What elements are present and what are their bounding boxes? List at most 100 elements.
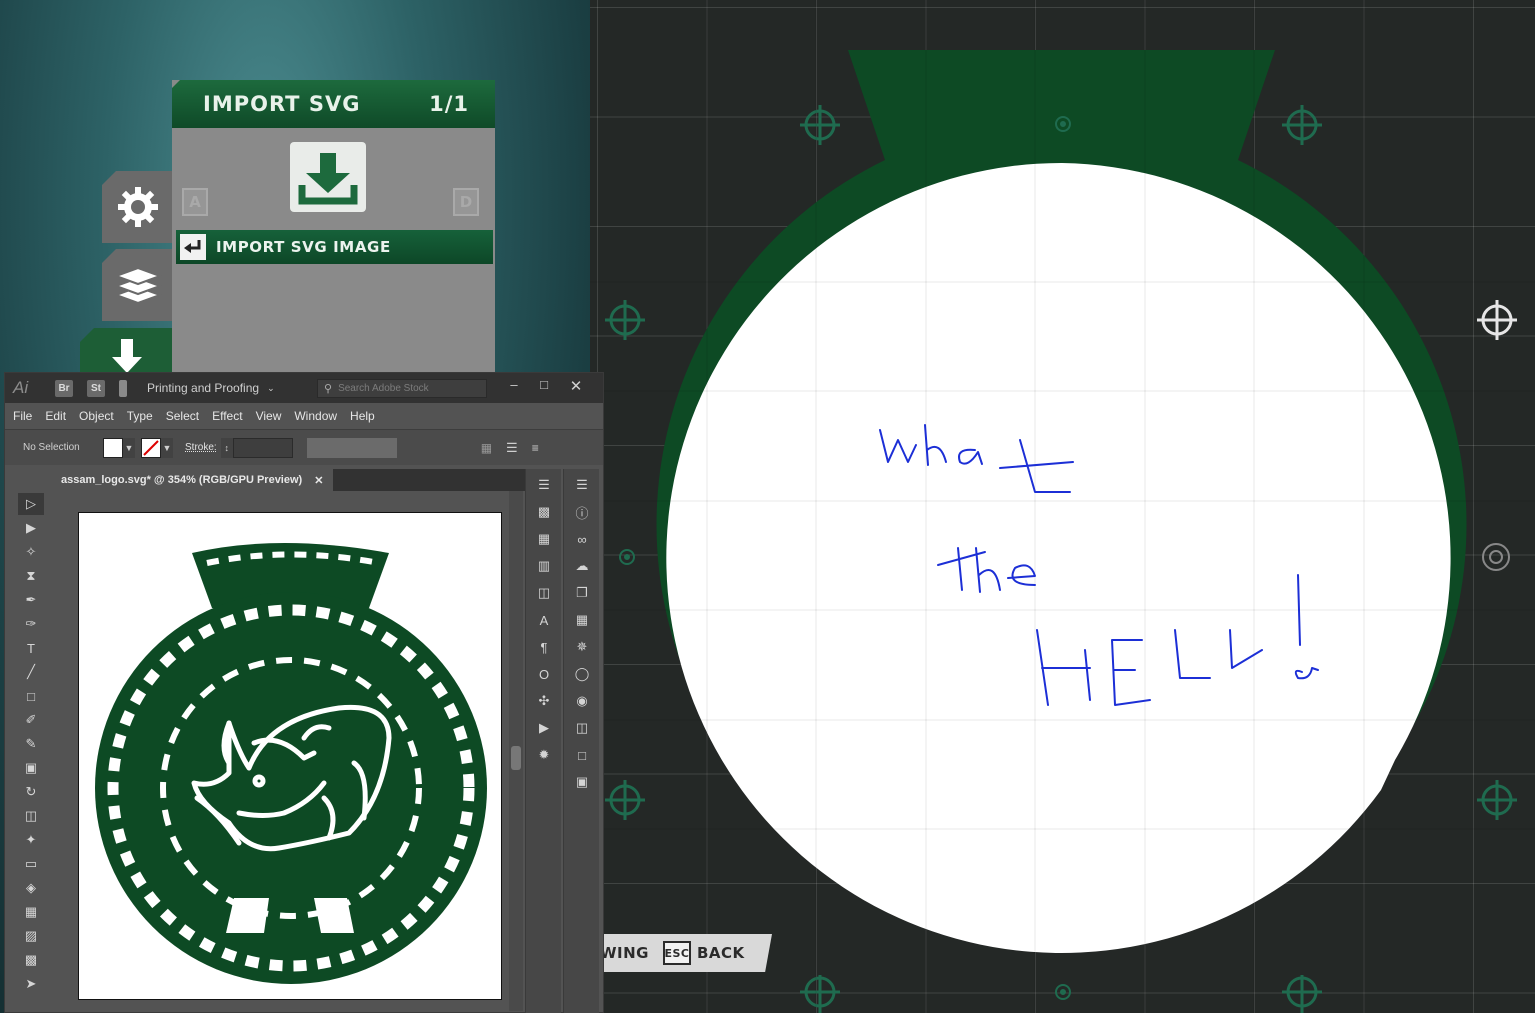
- asset-export-icon[interactable]: ▣: [569, 771, 595, 793]
- document-tab[interactable]: assam_logo.svg* @ 354% (RGB/GPU Preview)…: [57, 469, 334, 491]
- stroke-dropdown[interactable]: ▼: [161, 437, 173, 458]
- align-icon[interactable]: ▦: [481, 441, 492, 455]
- gradient-tool[interactable]: ▩: [18, 949, 44, 971]
- eyedropper-tool[interactable]: ➤: [18, 973, 44, 995]
- menu-type[interactable]: Type: [127, 409, 153, 423]
- menu-help[interactable]: Help: [350, 409, 375, 423]
- properties-icon[interactable]: ☰: [531, 474, 557, 496]
- esc-key[interactable]: ESC: [663, 941, 691, 965]
- menu-bar: File Edit Object Type Select Effect View…: [5, 403, 603, 429]
- align-panel-icon[interactable]: ▥: [531, 555, 557, 577]
- rotate-tool[interactable]: ↻: [18, 781, 44, 803]
- menu-effect[interactable]: Effect: [212, 409, 242, 423]
- menu-edit[interactable]: Edit: [45, 409, 66, 423]
- minimize-button[interactable]: –: [499, 377, 529, 397]
- paragraph-icon[interactable]: ¶: [531, 636, 557, 658]
- magic-wand-tool[interactable]: ✧: [18, 541, 44, 563]
- settings-button[interactable]: [102, 171, 174, 243]
- pathfinder-icon[interactable]: ◫: [531, 582, 557, 604]
- lasso-tool[interactable]: ⧗: [18, 565, 44, 587]
- stroke-stepper[interactable]: ↕: [220, 437, 233, 458]
- document-tab-label: assam_logo.svg* @ 354% (RGB/GPU Preview): [61, 474, 303, 486]
- menu-file[interactable]: File: [13, 409, 32, 423]
- key-hint-left[interactable]: A: [182, 188, 208, 216]
- swatches-icon[interactable]: ▦: [569, 609, 595, 631]
- layers-button[interactable]: [102, 249, 174, 321]
- key-hint-right[interactable]: D: [453, 188, 479, 216]
- links-icon[interactable]: ∞: [569, 528, 595, 550]
- character-icon[interactable]: A: [531, 609, 557, 631]
- import-button[interactable]: [80, 328, 174, 378]
- stroke-label[interactable]: Stroke:: [185, 442, 217, 453]
- fill-swatch[interactable]: [103, 437, 123, 458]
- crosshair-icon: [1282, 105, 1322, 145]
- eraser-tool[interactable]: ▣: [18, 757, 44, 779]
- close-tab-icon[interactable]: ✕: [314, 474, 323, 487]
- tools-panel: ▷ ▶ ✧ ⧗ ✒ ✑ T ╱ □ ✐ ✎ ▣ ↻ ◫ ✦ ▭ ◈ ▦ ▨ ▩ ➤: [11, 491, 47, 1011]
- selection-status: No Selection: [23, 442, 80, 453]
- pen-tool[interactable]: ✒: [18, 589, 44, 611]
- maximize-button[interactable]: □: [529, 377, 559, 397]
- canvas-drawing[interactable]: [590, 0, 1535, 1013]
- close-button[interactable]: ✕: [561, 377, 591, 397]
- artboard-area[interactable]: [51, 491, 521, 1011]
- assam-logo[interactable]: [79, 513, 501, 999]
- brushes-icon[interactable]: ✵: [569, 636, 595, 658]
- line-tool[interactable]: ╱: [18, 661, 44, 683]
- transform-panel-icon[interactable]: ▦: [531, 528, 557, 550]
- direct-selection-tool[interactable]: ▶: [18, 517, 44, 539]
- vertical-scrollbar[interactable]: [509, 491, 523, 1011]
- panel-menu-icon[interactable]: ≡: [532, 441, 539, 455]
- variable-width-profile[interactable]: [306, 437, 397, 458]
- arrange-documents-icon[interactable]: [119, 379, 127, 397]
- mesh-tool[interactable]: ▨: [18, 925, 44, 947]
- menu-window[interactable]: Window: [294, 409, 337, 423]
- color-guide-icon[interactable]: ◉: [569, 690, 595, 712]
- puppet-warp-tool[interactable]: ✦: [18, 829, 44, 851]
- stroke-weight-input[interactable]: [232, 437, 293, 458]
- appearance-icon[interactable]: ◯: [569, 663, 595, 685]
- fill-dropdown[interactable]: ▼: [123, 437, 135, 458]
- transform-icon[interactable]: ☰: [506, 440, 518, 456]
- document-info-icon[interactable]: □: [569, 744, 595, 766]
- shape-builder-tool[interactable]: ◈: [18, 877, 44, 899]
- menu-select[interactable]: Select: [166, 409, 199, 423]
- crosshair-icon: [800, 975, 840, 1013]
- stroke-swatch[interactable]: [141, 437, 161, 458]
- stock-search-input[interactable]: ⚲ Search Adobe Stock: [317, 379, 487, 398]
- layers-panel-icon[interactable]: ☰: [569, 474, 595, 496]
- navigator-icon[interactable]: ✹: [531, 744, 557, 766]
- import-panel-header: IMPORT SVG 1/1: [172, 80, 495, 128]
- opentype-icon[interactable]: O: [531, 663, 557, 685]
- symbols-icon[interactable]: ✣: [531, 690, 557, 712]
- screen: IMPORT SVG 1/1 A D IMPORT SVG IMAGE WING…: [0, 0, 1535, 1013]
- scale-tool[interactable]: ◫: [18, 805, 44, 827]
- import-svg-panel: IMPORT SVG 1/1 A D IMPORT SVG IMAGE: [172, 80, 495, 380]
- import-svg-image-button[interactable]: IMPORT SVG IMAGE: [176, 230, 493, 264]
- import-panel-title: IMPORT SVG: [203, 92, 361, 116]
- back-label[interactable]: BACK: [697, 944, 745, 962]
- selection-tool[interactable]: ▷: [18, 493, 44, 515]
- bridge-button[interactable]: Br: [55, 379, 73, 397]
- paintbrush-tool[interactable]: ✐: [18, 709, 44, 731]
- free-transform-tool[interactable]: ▭: [18, 853, 44, 875]
- info-icon[interactable]: ⓘ: [569, 501, 595, 523]
- menu-view[interactable]: View: [256, 409, 282, 423]
- actions-icon[interactable]: ▶: [531, 717, 557, 739]
- cc-libraries-icon[interactable]: ☁: [569, 555, 595, 577]
- editor-canvas[interactable]: [590, 0, 1535, 1013]
- stock-button[interactable]: St: [87, 379, 105, 397]
- perspective-grid-tool[interactable]: ▦: [18, 901, 44, 923]
- rectangle-tool[interactable]: □: [18, 685, 44, 707]
- gradient-panel-icon[interactable]: ▩: [531, 501, 557, 523]
- artboards-icon[interactable]: ❐: [569, 582, 595, 604]
- workspace-switcher[interactable]: Printing and Proofing ⌄: [147, 381, 275, 395]
- scrollbar-thumb[interactable]: [511, 746, 521, 770]
- menu-object[interactable]: Object: [79, 409, 114, 423]
- artboard[interactable]: [78, 512, 502, 1000]
- image-trace-icon[interactable]: ◫: [569, 717, 595, 739]
- curvature-tool[interactable]: ✑: [18, 613, 44, 635]
- crosshair-icon: [800, 105, 840, 145]
- type-tool[interactable]: T: [18, 637, 44, 659]
- pencil-tool[interactable]: ✎: [18, 733, 44, 755]
